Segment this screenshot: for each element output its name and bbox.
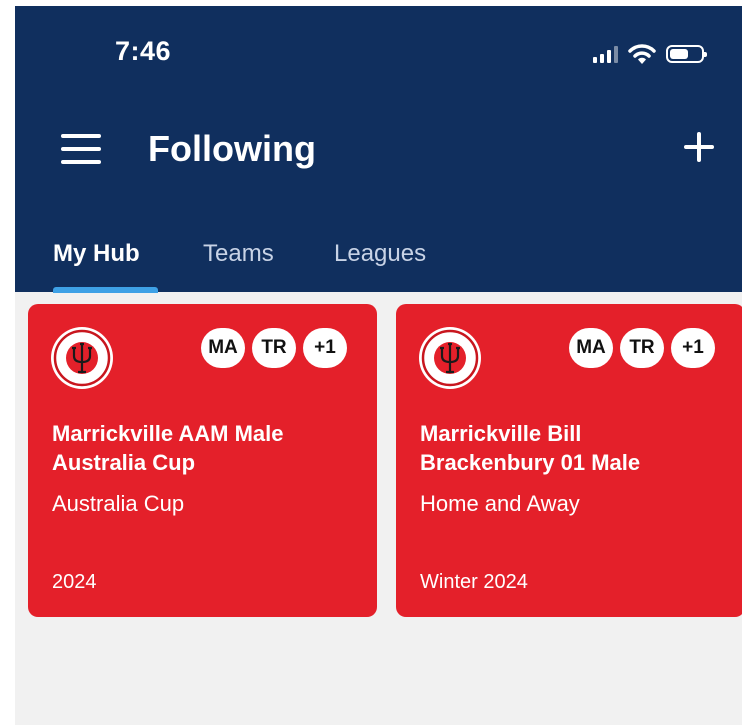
chip-ma: MA xyxy=(201,328,245,368)
chip-tr: TR xyxy=(620,328,664,368)
club-crest-logo xyxy=(419,327,481,389)
member-chips: MA TR +1 xyxy=(569,328,715,368)
page-title: Following xyxy=(148,128,316,169)
add-plus-icon[interactable] xyxy=(682,130,716,164)
chip-more: +1 xyxy=(671,328,715,368)
tab-my-hub[interactable]: My Hub xyxy=(53,240,140,268)
chip-tr: TR xyxy=(252,328,296,368)
battery-icon xyxy=(666,45,707,63)
chip-more: +1 xyxy=(303,328,347,368)
competition-card[interactable]: MA TR +1 Marrickville Bill Brackenbury 0… xyxy=(396,304,742,617)
card-title: Marrickville AAM Male Australia Cup xyxy=(52,421,284,475)
wifi-icon xyxy=(628,44,656,64)
app-screen: 7:46 Following My Hub Teams Leagues MA T… xyxy=(15,6,742,725)
status-icons xyxy=(593,43,707,65)
competition-card[interactable]: MA TR +1 Marrickville AAM Male Australia… xyxy=(28,304,377,617)
card-season: Winter 2024 xyxy=(420,571,528,593)
hamburger-menu-icon[interactable] xyxy=(61,134,101,164)
member-chips: MA TR +1 xyxy=(201,328,347,368)
tab-leagues[interactable]: Leagues xyxy=(334,240,426,268)
card-title: Marrickville Bill Brackenbury 01 Male xyxy=(420,421,641,475)
active-tab-indicator xyxy=(53,287,158,293)
card-competition: Home and Away xyxy=(420,491,580,516)
card-season: 2024 xyxy=(52,571,97,593)
app-header: 7:46 Following My Hub Teams Leagues xyxy=(15,6,742,293)
status-time: 7:46 xyxy=(115,36,172,66)
club-crest-logo xyxy=(51,327,113,389)
card-competition: Australia Cup xyxy=(52,491,185,516)
tab-bar: My Hub Teams Leagues xyxy=(15,236,742,293)
chip-ma: MA xyxy=(569,328,613,368)
tab-teams[interactable]: Teams xyxy=(203,240,274,268)
cellular-signal-icon xyxy=(593,45,618,63)
